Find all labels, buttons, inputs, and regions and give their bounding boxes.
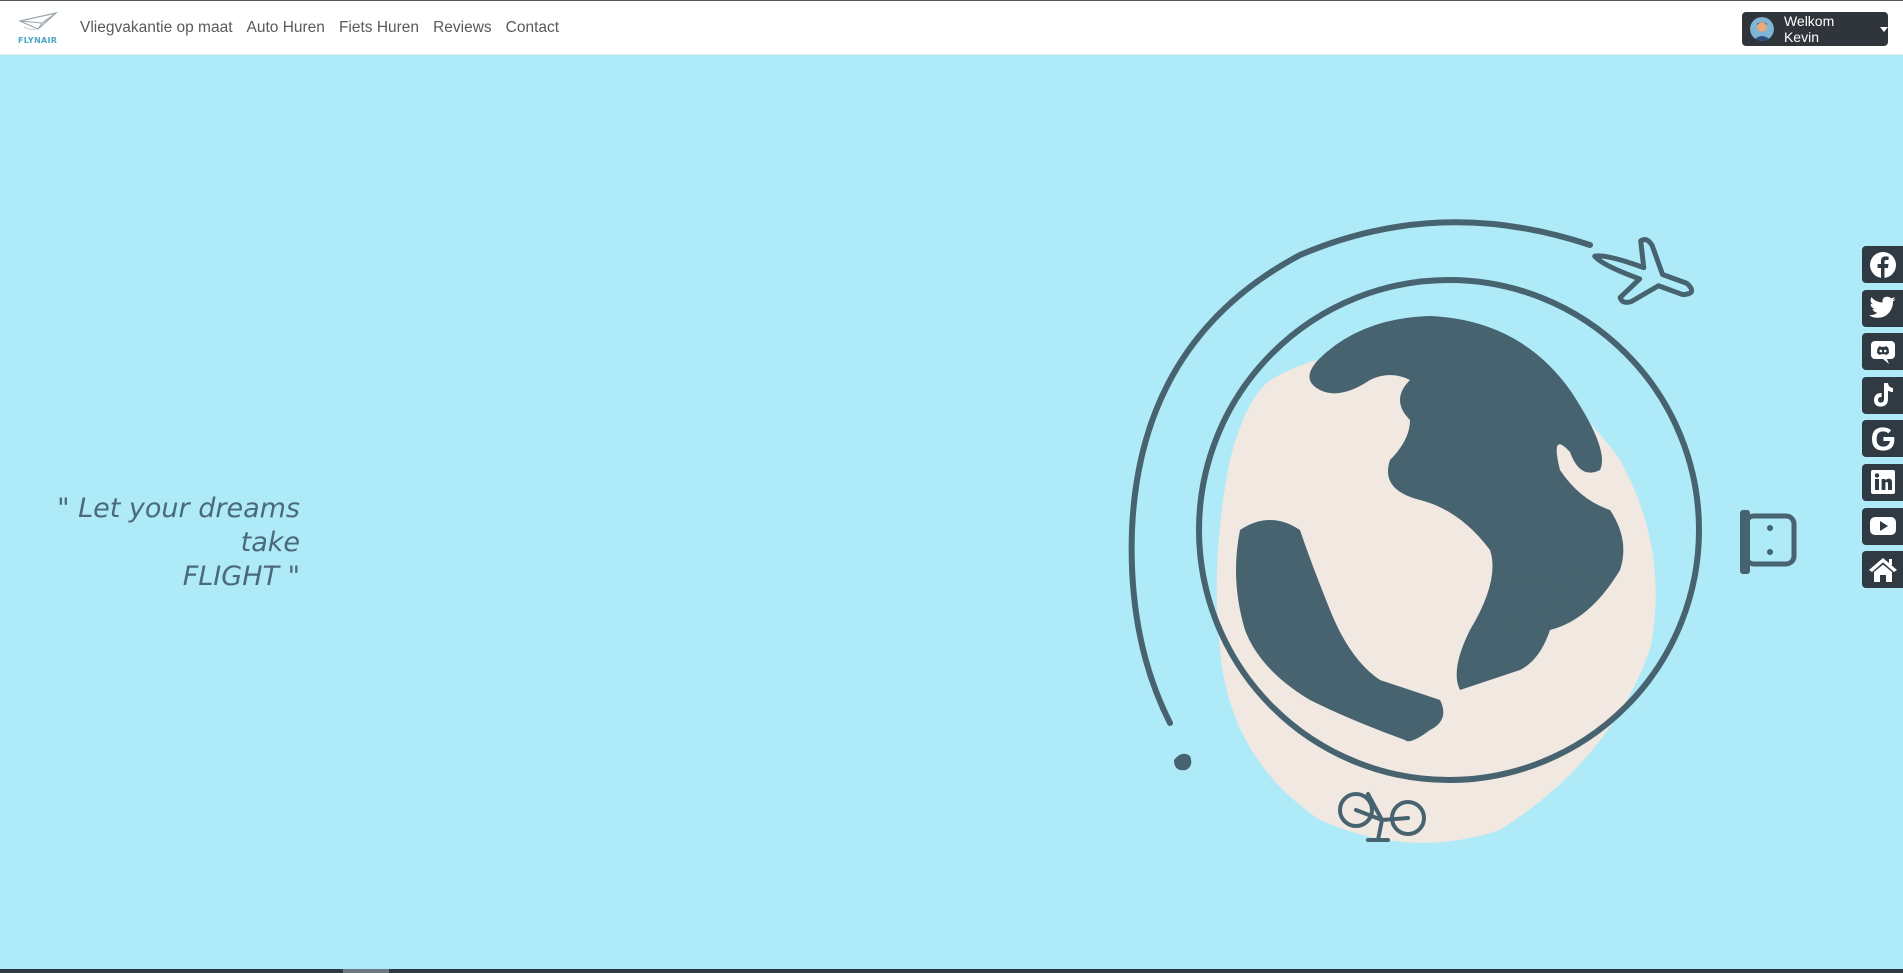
tiktok-button[interactable]	[1862, 376, 1903, 414]
luggage-icon	[1740, 510, 1797, 574]
nav-links: Vliegvakantie op maat Auto Huren Fiets H…	[73, 1, 566, 55]
tiktok-icon	[1873, 383, 1893, 407]
google-button[interactable]	[1862, 420, 1903, 458]
facebook-icon	[1869, 251, 1896, 278]
hero-tagline-line2: FLIGHT "	[182, 561, 300, 592]
navbar: FLYNAIR Vliegvakantie op maat Auto Huren…	[0, 1, 1903, 55]
nav-link-fiets-huren[interactable]: Fiets Huren	[332, 19, 426, 37]
facebook-button[interactable]	[1862, 246, 1903, 283]
google-icon	[1871, 427, 1894, 451]
user-menu-button[interactable]: Welkom Kevin	[1742, 12, 1888, 46]
bottom-scrollbar-track[interactable]	[0, 969, 1903, 973]
brand-logo[interactable]: FLYNAIR	[16, 9, 60, 47]
paper-plane-logo-icon	[18, 11, 59, 31]
brand-logo-text: FLYNAIR	[18, 36, 58, 45]
linkedin-button[interactable]	[1862, 463, 1903, 501]
social-sidebar	[1862, 246, 1903, 595]
hero-illustration	[1110, 200, 1810, 870]
nav-link-contact[interactable]: Contact	[499, 19, 566, 37]
hero-tagline: " Let your dreams take FLIGHT "	[0, 492, 300, 594]
youtube-icon	[1869, 517, 1896, 536]
avatar	[1750, 17, 1774, 41]
airplane-icon	[1592, 237, 1695, 305]
orbit-drop	[1174, 753, 1192, 771]
nav-link-auto-huren[interactable]: Auto Huren	[240, 19, 332, 37]
home-button[interactable]	[1862, 551, 1903, 589]
youtube-button[interactable]	[1862, 507, 1903, 545]
chevron-down-icon	[1880, 26, 1888, 32]
user-menu-label: Welkom Kevin	[1783, 13, 1835, 45]
twitter-button[interactable]	[1862, 289, 1903, 327]
linkedin-icon	[1870, 470, 1895, 495]
discord-button[interactable]	[1862, 333, 1903, 371]
bottom-scrollbar-thumb[interactable]	[343, 969, 389, 973]
user-avatar-icon	[1750, 17, 1774, 41]
home-icon	[1868, 557, 1897, 582]
nav-link-reviews[interactable]: Reviews	[426, 19, 499, 37]
discord-icon	[1870, 340, 1895, 364]
twitter-icon	[1868, 296, 1896, 318]
hero-tagline-line1: " Let your dreams take	[57, 493, 300, 558]
globe-travel-illustration	[1128, 219, 1797, 843]
nav-link-vliegvakantie[interactable]: Vliegvakantie op maat	[73, 19, 240, 37]
